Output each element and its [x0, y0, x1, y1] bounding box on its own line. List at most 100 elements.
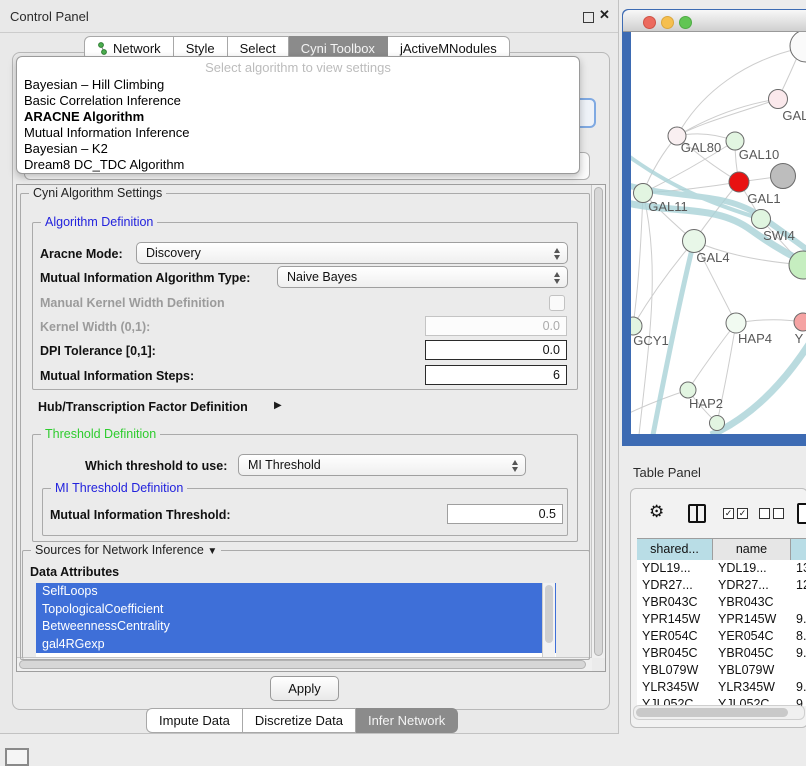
gear-icon[interactable]: ⚙ — [649, 502, 664, 522]
manual-kernel-checkbox[interactable] — [549, 295, 565, 311]
table-row[interactable]: YLR345WYLR345W9. — [637, 679, 806, 696]
control-panel-window: Control Panel ✕ NetworkStyleSelectCyni T… — [0, 0, 619, 734]
deselect-all-checkboxes-icon[interactable] — [759, 508, 784, 519]
network-canvas[interactable]: GAL7GAL80GAL10GAL1GAL11SWI4GAL4GCY1HAP4Y… — [631, 32, 806, 434]
table-cell: YDR27... — [637, 577, 713, 594]
node[interactable] — [790, 32, 806, 62]
table-mode-icon[interactable] — [797, 503, 806, 524]
table-cell: 9. — [791, 645, 806, 662]
settings-vertical-scrollbar[interactable] — [591, 185, 605, 658]
dropdown-item-aracne-algorithm[interactable]: ARACNE Algorithm — [17, 109, 579, 125]
sources-title-text: Sources for Network Inference — [35, 543, 204, 557]
table-toolbar: ⚙ ✓✓ — [631, 489, 806, 536]
node-label: GAL4 — [696, 250, 729, 265]
table-row[interactable]: YDL19...YDL19...13 — [637, 560, 806, 577]
table-cell: YPR145W — [637, 611, 713, 628]
zoom-traffic-light-icon[interactable] — [679, 16, 692, 29]
algorithm-dropdown-popup: Select algorithm to view settings Bayesi… — [16, 56, 580, 174]
tab-label: Cyni Toolbox — [301, 41, 375, 56]
column-header[interactable]: shared... — [637, 539, 713, 560]
scrollbar-thumb[interactable] — [545, 585, 553, 643]
table-horizontal-scrollbar[interactable] — [633, 705, 805, 720]
table-cell: YLR345W — [713, 679, 791, 696]
table-row[interactable]: YPR145WYPR145W9. — [637, 611, 806, 628]
node-swi4[interactable] — [752, 210, 771, 229]
bottom-tab-discretize-data[interactable]: Discretize Data — [243, 708, 356, 733]
which-threshold-combo[interactable]: MI Threshold — [238, 454, 526, 476]
table-cell — [791, 662, 806, 679]
tab-label: Style — [186, 41, 215, 56]
table-row[interactable]: YBL079WYBL079W — [637, 662, 806, 679]
table-row[interactable]: YBR045CYBR045C9. — [637, 645, 806, 662]
table-cell: YBR045C — [713, 645, 791, 662]
mi-threshold-label: Mutual Information Threshold: — [50, 508, 231, 522]
table-cell: YBL079W — [713, 662, 791, 679]
table-cell: YER054C — [713, 628, 791, 645]
attribute-item-betweennesscentrality[interactable]: BetweennessCentrality — [36, 618, 556, 636]
scrollbar-thumb[interactable] — [594, 187, 603, 656]
scrollbar-thumb[interactable] — [19, 660, 586, 669]
bottom-tab-impute-data[interactable]: Impute Data — [146, 708, 243, 733]
node-hap4[interactable] — [726, 313, 746, 333]
dropdown-placeholder: Select algorithm to view settings — [17, 60, 579, 75]
dropdown-item-bayesian-hill-climbing[interactable]: Bayesian – Hill Climbing — [17, 77, 579, 93]
dpi-tolerance-label: DPI Tolerance [0,1]: — [40, 344, 156, 358]
node-gal1[interactable] — [729, 172, 749, 192]
dropdown-item-dream8-dc-tdc-algorithm[interactable]: Dream8 DC_TDC Algorithm — [17, 157, 579, 173]
network-tab-icon — [97, 42, 108, 55]
float-window-icon[interactable] — [583, 12, 594, 23]
node-label: SWI4 — [763, 228, 795, 243]
attribute-item-gal4rgexp[interactable]: gal4RGexp — [36, 636, 556, 654]
node[interactable] — [710, 416, 725, 431]
table-row[interactable]: YDR27...YDR27...12 — [637, 577, 806, 594]
table-row[interactable]: YER054CYER054C8. — [637, 628, 806, 645]
mi-algorithm-type-label: Mutual Information Algorithm Type: — [40, 271, 250, 285]
scrollbar-thumb[interactable] — [636, 708, 788, 717]
table-cell: YBR043C — [713, 594, 791, 611]
close-icon[interactable]: ✕ — [599, 7, 610, 23]
apply-button[interactable]: Apply — [270, 676, 339, 701]
mi-algorithm-type-combo[interactable]: Naive Bayes — [277, 266, 568, 288]
attributes-list-scrollbar[interactable] — [542, 583, 555, 657]
select-all-checkboxes-icon[interactable]: ✓✓ — [723, 508, 748, 519]
table-body: YDL19...YDL19...13YDR27...YDR27...12YBR0… — [637, 560, 806, 706]
kernel-width-label: Kernel Width (0,1): — [40, 320, 150, 334]
kernel-width-field[interactable]: 0.0 — [425, 316, 567, 336]
columns-icon[interactable] — [688, 504, 706, 523]
table-cell: YDR27... — [713, 577, 791, 594]
tab-label: Discretize Data — [255, 713, 343, 728]
table-row[interactable]: YBR043CYBR043C — [637, 594, 806, 611]
table-header-row: shared... name — [637, 538, 806, 561]
node-label: GAL80 — [681, 140, 721, 155]
dropdown-item-basic-correlation-inference[interactable]: Basic Correlation Inference — [17, 93, 579, 109]
bottom-tab-infer-network[interactable]: Infer Network — [356, 708, 458, 733]
restore-panel-icon[interactable] — [5, 748, 29, 766]
table-cell: YBR045C — [637, 645, 713, 662]
node-y[interactable] — [794, 313, 806, 331]
node-gal7[interactable] — [769, 90, 788, 109]
attribute-item-selfloops[interactable]: SelfLoops — [36, 583, 556, 601]
attribute-item-topologicalcoefficient[interactable]: TopologicalCoefficient — [36, 601, 556, 619]
collapse-right-icon[interactable]: ▶ — [274, 400, 282, 411]
dpi-tolerance-field[interactable]: 0.0 — [425, 340, 567, 360]
mi-threshold-field[interactable]: 0.5 — [447, 504, 563, 524]
dropdown-item-bayesian-k2[interactable]: Bayesian – K2 — [17, 141, 579, 157]
minimize-traffic-light-icon[interactable] — [661, 16, 674, 29]
sources-title[interactable]: Sources for Network Inference ▼ — [31, 543, 221, 557]
node-label: HAP4 — [738, 331, 772, 346]
column-header[interactable]: name — [713, 539, 791, 560]
dropdown-item-mutual-information-inference[interactable]: Mutual Information Inference — [17, 125, 579, 141]
hub-section-label[interactable]: Hub/Transcription Factor Definition — [38, 400, 248, 414]
tab-label: jActiveMNodules — [400, 41, 497, 56]
aracne-mode-combo[interactable]: Discovery — [136, 242, 568, 264]
network-window-titlebar[interactable] — [623, 10, 806, 32]
table-cell: YBL079W — [637, 662, 713, 679]
node[interactable] — [771, 164, 796, 189]
column-header[interactable] — [791, 539, 806, 560]
close-traffic-light-icon[interactable] — [643, 16, 656, 29]
mi-steps-field[interactable]: 6 — [425, 365, 567, 385]
tab-label: Network — [113, 41, 161, 56]
table-cell: YDL19... — [637, 560, 713, 577]
table-cell — [791, 594, 806, 611]
node-label: Y — [795, 331, 804, 346]
